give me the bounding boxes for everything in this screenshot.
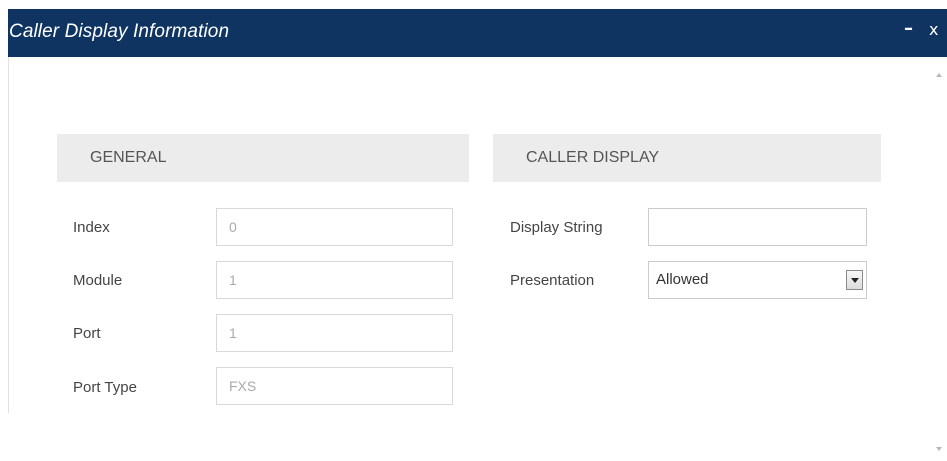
scroll-down-arrow-icon[interactable] xyxy=(936,447,942,451)
display-string-label: Display String xyxy=(510,219,603,236)
port-type-field[interactable]: FXS xyxy=(216,367,453,405)
port-label: Port xyxy=(73,325,101,342)
presentation-select[interactable]: Allowed xyxy=(648,261,867,299)
port-field[interactable]: 1 xyxy=(216,314,453,352)
content-border xyxy=(8,57,9,413)
vertical-scrollbar[interactable] xyxy=(931,57,947,461)
general-section-header: GENERAL xyxy=(57,134,469,182)
index-field[interactable]: 0 xyxy=(216,208,453,246)
caller-display-section-header: CALLER DISPLAY xyxy=(493,134,881,182)
scroll-up-arrow-icon[interactable] xyxy=(936,73,942,77)
module-field[interactable]: 1 xyxy=(216,261,453,299)
dialog-footer xyxy=(8,413,931,461)
dialog-title: Caller Display Information xyxy=(9,21,230,42)
presentation-label: Presentation xyxy=(510,272,595,289)
minimize-button[interactable]: – xyxy=(904,18,913,39)
port-type-label: Port Type xyxy=(73,379,137,396)
module-label: Module xyxy=(73,272,123,289)
display-string-input[interactable] xyxy=(648,208,867,246)
presentation-selected-value: Allowed xyxy=(656,271,709,288)
close-button[interactable]: x xyxy=(929,20,938,39)
index-label: Index xyxy=(73,219,110,236)
dialog-titlebar: Caller Display Information – x xyxy=(8,9,947,57)
dropdown-arrow-icon[interactable] xyxy=(846,270,863,290)
caller-display-dialog: Caller Display Information – x GENERAL I… xyxy=(0,0,947,461)
